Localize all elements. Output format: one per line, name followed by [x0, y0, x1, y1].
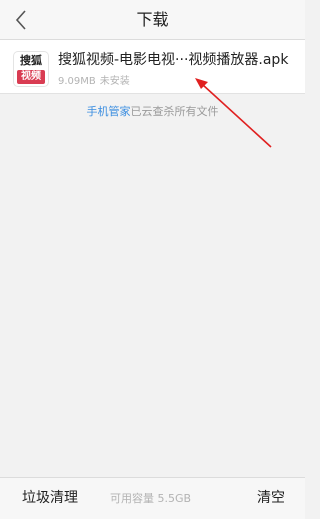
bottom-bar: 垃圾清理 可用容量 5.5GB 清空 [0, 477, 305, 519]
app-icon-label-bottom: 视频 [17, 70, 45, 84]
clear-button[interactable]: 清空 [257, 478, 285, 519]
app-icon-label-top: 搜狐 [20, 54, 42, 67]
download-list-item[interactable]: 搜狐 视频 搜狐视频-电影电视···视频播放器.apk 9.09MB 未安装 [0, 40, 305, 94]
scan-note-text: 已云查杀所有文件 [130, 105, 219, 118]
install-status: 未安装 [99, 76, 130, 87]
sohu-video-app-icon: 搜狐 视频 [14, 52, 48, 86]
security-scan-note: 手机管家已云查杀所有文件 [0, 103, 305, 119]
file-meta: 9.09MB 未安装 [58, 72, 130, 87]
available-capacity: 可用容量 5.5GB [110, 492, 192, 505]
file-size: 9.09MB [58, 76, 96, 87]
file-name: 搜狐视频-电影电视···视频播放器.apk [58, 52, 289, 68]
phone-manager-link[interactable]: 手机管家 [87, 105, 131, 118]
top-bar: 下载 [0, 0, 305, 40]
junk-clean-button[interactable]: 垃圾清理 [22, 478, 78, 519]
page-title: 下载 [136, 10, 169, 29]
